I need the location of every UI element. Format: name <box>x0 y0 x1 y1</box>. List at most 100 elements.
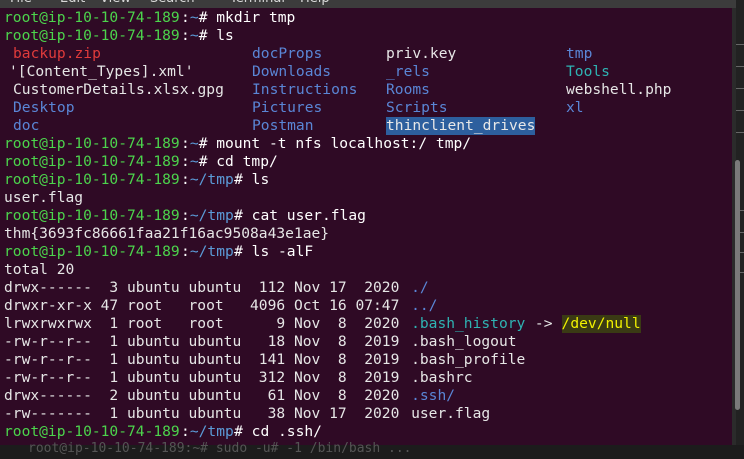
file-name: .bash_logout <box>411 333 517 350</box>
prompt-user: root@ip-10-10-74-189 <box>4 171 180 188</box>
listing-row: -rw------- 1 ubuntu ubuntu 38 Nov 17 202… <box>0 405 732 423</box>
prompt-line: root@ip-10-10-74-189: ~ # ls <box>0 27 732 45</box>
ls-entry: _rels <box>386 63 430 80</box>
prompt-path: ~ <box>189 135 199 152</box>
output-line: user.flag <box>0 189 732 207</box>
command-text: # ls <box>234 171 270 188</box>
prompt-path: ~/tmp <box>189 171 234 188</box>
file-name: .bash_history <box>411 315 526 332</box>
prompt-path: ~/tmp <box>189 243 234 260</box>
prompt-path: ~ <box>189 153 199 170</box>
ls-entry: Instructions <box>252 81 358 98</box>
background-window: root@ip-10-10-74-189:~# sudo -u# -1 /bin… <box>0 441 744 459</box>
ls-entry: xl <box>566 99 584 116</box>
prompt-sep: : <box>181 423 190 440</box>
file-name: ../ <box>411 297 438 314</box>
ls-entry: Postman <box>252 117 314 134</box>
prompt-sep: : <box>181 135 190 152</box>
prompt-path: ~/tmp <box>189 207 234 224</box>
prompt-sep: : <box>181 207 190 224</box>
command-text: # cd tmp/ <box>198 153 278 170</box>
output-line: total 20 <box>0 261 732 279</box>
listing-row: drwx------ 3 ubuntu ubuntu 112 Nov 17 20… <box>0 279 732 297</box>
prompt-user: root@ip-10-10-74-189 <box>4 27 180 44</box>
prompt-path: ~ <box>189 27 199 44</box>
prompt-sep: : <box>181 243 190 260</box>
command-text: # cd .ssh/ <box>234 423 322 440</box>
ls-entry: Tools <box>566 63 610 80</box>
terminal-window[interactable]: root@ip-10-10-74-189: ~ # mkdir tmp root@ip… <box>0 8 732 445</box>
file-meta: -rw-r--r-- 1 ubuntu ubuntu 141 Nov 8 201… <box>4 351 409 368</box>
prompt-line: root@ip-10-10-74-189: ~/tmp # ls -alF <box>0 243 732 261</box>
ls-entry: CustomerDetails.xlsx.gpg <box>13 81 224 98</box>
ls-entry: doc <box>13 117 40 134</box>
ls-entry: Scripts <box>386 99 448 116</box>
listing-row: -rw-r--r-- 1 ubuntu ubuntu 18 Nov 8 2019… <box>0 333 732 351</box>
file-name: .ssh/ <box>411 387 456 404</box>
prompt-user: root@ip-10-10-74-189 <box>4 135 180 152</box>
prompt-line: root@ip-10-10-74-189: ~/tmp # cd .ssh/ <box>0 423 732 441</box>
command-text: # ls -alF <box>234 243 314 260</box>
ls-row: Desktop Pictures Scripts xl <box>0 99 732 117</box>
output-text: user.flag <box>4 189 84 206</box>
ls-entry: '[Content_Types].xml' <box>9 63 194 80</box>
ls-entry: Rooms <box>386 81 430 98</box>
output-text: total 20 <box>4 261 75 278</box>
file-meta: lrwxrwxrwx 1 root root 9 Nov 8 2020 <box>4 315 409 332</box>
menu-view[interactable]: View <box>100 0 131 6</box>
ls-entry: thinclient_drives <box>386 117 536 135</box>
prompt-user: root@ip-10-10-74-189 <box>4 207 180 224</box>
prompt-sep: : <box>181 27 190 44</box>
ls-entry: docProps <box>252 45 323 62</box>
ls-entry: tmp <box>566 45 593 62</box>
file-meta: -rw-r--r-- 1 ubuntu ubuntu 18 Nov 8 2019 <box>4 333 409 350</box>
ls-row: CustomerDetails.xlsx.gpg Instructions Room… <box>0 81 732 99</box>
prompt-line: root@ip-10-10-74-189: ~ # cd tmp/ <box>0 153 732 171</box>
ls-entry: backup.zip <box>13 45 101 62</box>
prompt-line: root@ip-10-10-74-189: ~/tmp # cat user.fla… <box>0 207 732 225</box>
listing-row: drwx------ 2 ubuntu ubuntu 61 Nov 8 2020… <box>0 387 732 405</box>
prompt-sep: : <box>181 171 190 188</box>
prompt-line: root@ip-10-10-74-189: ~/tmp # ls <box>0 171 732 189</box>
file-meta: drwxr-xr-x 47 root root 4096 Oct 16 07:4… <box>4 297 409 314</box>
background-line: root@ip-10-10-74-189:~# sudo -u# -1 /bin… <box>28 441 412 456</box>
ls-entry: Downloads <box>252 63 332 80</box>
menu-bar: File Edit View Search Terminal Help <box>0 0 744 8</box>
listing-row: -rw-r--r-- 1 ubuntu ubuntu 141 Nov 8 201… <box>0 351 732 369</box>
menu-terminal[interactable]: Terminal <box>230 0 285 6</box>
ls-entry: Desktop <box>13 99 75 116</box>
file-name: ./ <box>411 279 429 296</box>
menu-edit[interactable]: Edit <box>60 0 85 6</box>
menu-help[interactable]: Help <box>300 0 330 6</box>
file-meta: -rw------- 1 ubuntu ubuntu 38 Nov 17 202… <box>4 405 409 422</box>
prompt-line: root@ip-10-10-74-189: ~ # mount -t nfs loc… <box>0 135 732 153</box>
prompt-user: root@ip-10-10-74-189 <box>4 9 180 26</box>
menu-file[interactable]: File <box>10 0 32 6</box>
symlink-target: /dev/null <box>561 315 641 333</box>
prompt-line: root@ip-10-10-74-189: ~ # mkdir tmp <box>0 9 732 27</box>
file-meta: drwx------ 3 ubuntu ubuntu 112 Nov 17 20… <box>4 279 409 296</box>
ls-row: '[Content_Types].xml' Downloads _rels Tools <box>0 63 732 81</box>
symlink-arrow: -> <box>526 315 562 332</box>
ls-entry: priv.key <box>386 45 457 62</box>
command-text: # ls <box>198 27 234 44</box>
prompt-user: root@ip-10-10-74-189 <box>4 153 180 170</box>
terminal-scrollbar[interactable] <box>735 160 740 410</box>
output-text: thm{3693fc86661faa21f16ac9508a43e1ae} <box>4 225 330 242</box>
prompt-path: ~/tmp <box>189 423 234 440</box>
listing-row: lrwxrwxrwx 1 root root 9 Nov 8 2020 .bas… <box>0 315 732 333</box>
listing-row: drwxr-xr-x 47 root root 4096 Oct 16 07:4… <box>0 297 732 315</box>
ls-row: doc Postman thinclient_drives <box>0 117 732 135</box>
prompt-path: ~ <box>189 9 199 26</box>
file-name: user.flag <box>411 405 491 422</box>
command-text: # mkdir tmp <box>198 9 296 26</box>
ls-entry: Pictures <box>252 99 323 116</box>
ls-entry: webshell.php <box>566 81 672 98</box>
prompt-sep: : <box>181 9 190 26</box>
prompt-user: root@ip-10-10-74-189 <box>4 243 180 260</box>
menu-search[interactable]: Search <box>150 0 195 6</box>
output-line: thm{3693fc86661faa21f16ac9508a43e1ae} <box>0 225 732 243</box>
listing-row: -rw-r--r-- 1 ubuntu ubuntu 312 Nov 8 201… <box>0 369 732 387</box>
prompt-sep: : <box>181 153 190 170</box>
file-name: .bashrc <box>411 369 473 386</box>
